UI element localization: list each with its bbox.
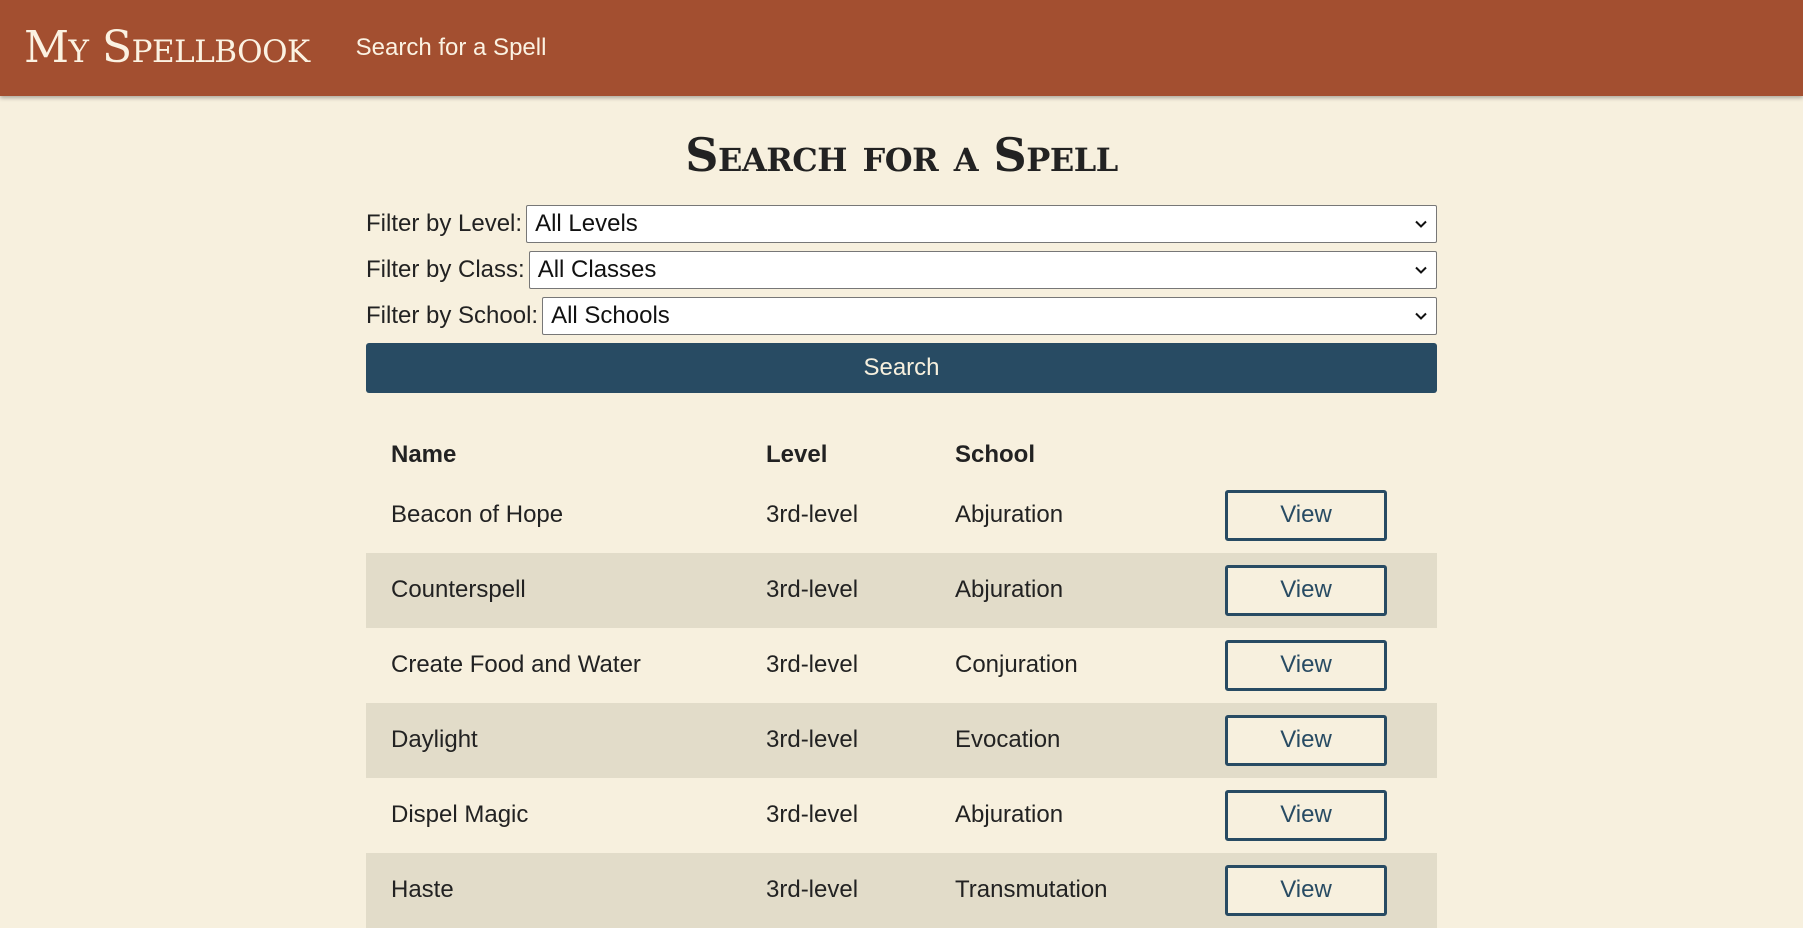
spell-school: Abjuration — [955, 576, 1064, 604]
spell-level: 3rd-level — [766, 651, 859, 679]
table-header-row: Name Level School — [366, 432, 1437, 478]
header-action — [1225, 432, 1437, 478]
view-button[interactable]: View — [1225, 639, 1387, 691]
chevron-down-icon — [1415, 312, 1427, 320]
spell-name: Dispel Magic — [391, 801, 529, 829]
spell-school: Conjuration — [955, 651, 1078, 679]
spell-level: 3rd-level — [766, 801, 859, 829]
table-row: Daylight 3rd-level Evocation View — [366, 702, 1437, 778]
table-row: Dispel Magic 3rd-level Abjuration View — [366, 778, 1437, 853]
chevron-down-icon — [1415, 220, 1427, 228]
spell-level: 3rd-level — [766, 876, 859, 904]
search-button[interactable]: Search — [366, 342, 1437, 393]
spell-name: Counterspell — [391, 576, 526, 604]
view-button[interactable]: View — [1225, 714, 1387, 766]
table-row: Create Food and Water 3rd-level Conjurat… — [366, 628, 1437, 703]
main-content: Search for a Spell Filter by Level: All … — [366, 96, 1437, 928]
filter-level-select[interactable]: All Levels — [526, 204, 1437, 243]
filter-school-value: All Schools — [551, 301, 670, 329]
filter-level-value: All Levels — [535, 209, 638, 237]
spell-name: Haste — [391, 876, 454, 904]
spell-school: Evocation — [955, 726, 1061, 754]
spell-level: 3rd-level — [766, 576, 859, 604]
view-button[interactable]: View — [1225, 564, 1387, 616]
chevron-down-icon — [1415, 266, 1427, 274]
filter-school-select[interactable]: All Schools — [542, 296, 1437, 335]
spell-table: Name Level School Beacon of Hope 3rd-lev… — [366, 432, 1437, 928]
spell-name: Daylight — [391, 726, 478, 754]
view-button[interactable]: View — [1225, 489, 1387, 541]
filter-school-label: Filter by School: — [366, 301, 539, 329]
filter-level-row: Filter by Level: All Levels — [366, 204, 1437, 243]
spell-school: Abjuration — [955, 501, 1064, 529]
view-button[interactable]: View — [1225, 789, 1387, 841]
spell-school: Transmutation — [955, 876, 1108, 904]
spell-level: 3rd-level — [766, 501, 859, 529]
spell-level: 3rd-level — [766, 726, 859, 754]
view-button[interactable]: View — [1225, 864, 1387, 916]
spell-name: Create Food and Water — [391, 651, 641, 679]
nav-link-search[interactable]: Search for a Spell — [356, 34, 547, 62]
filter-level-label: Filter by Level: — [366, 209, 523, 237]
navbar: My Spellbook Search for a Spell — [0, 0, 1803, 96]
page-title: Search for a Spell — [685, 128, 1118, 182]
table-row: Haste 3rd-level Transmutation View — [366, 852, 1437, 928]
filter-school-row: Filter by School: All Schools — [366, 296, 1437, 335]
filter-class-label: Filter by Class: — [366, 255, 525, 283]
header-level: Level — [766, 440, 828, 468]
filter-class-row: Filter by Class: All Classes — [366, 250, 1437, 289]
spell-school: Abjuration — [955, 801, 1064, 829]
filter-class-value: All Classes — [537, 255, 657, 283]
header-name: Name — [391, 440, 457, 468]
table-row: Counterspell 3rd-level Abjuration View — [366, 552, 1437, 628]
filter-class-select[interactable]: All Classes — [528, 250, 1437, 289]
table-row: Beacon of Hope 3rd-level Abjuration View — [366, 478, 1437, 553]
brand-logo[interactable]: My Spellbook — [24, 26, 310, 70]
header-school: School — [955, 440, 1036, 468]
spell-name: Beacon of Hope — [391, 501, 564, 529]
